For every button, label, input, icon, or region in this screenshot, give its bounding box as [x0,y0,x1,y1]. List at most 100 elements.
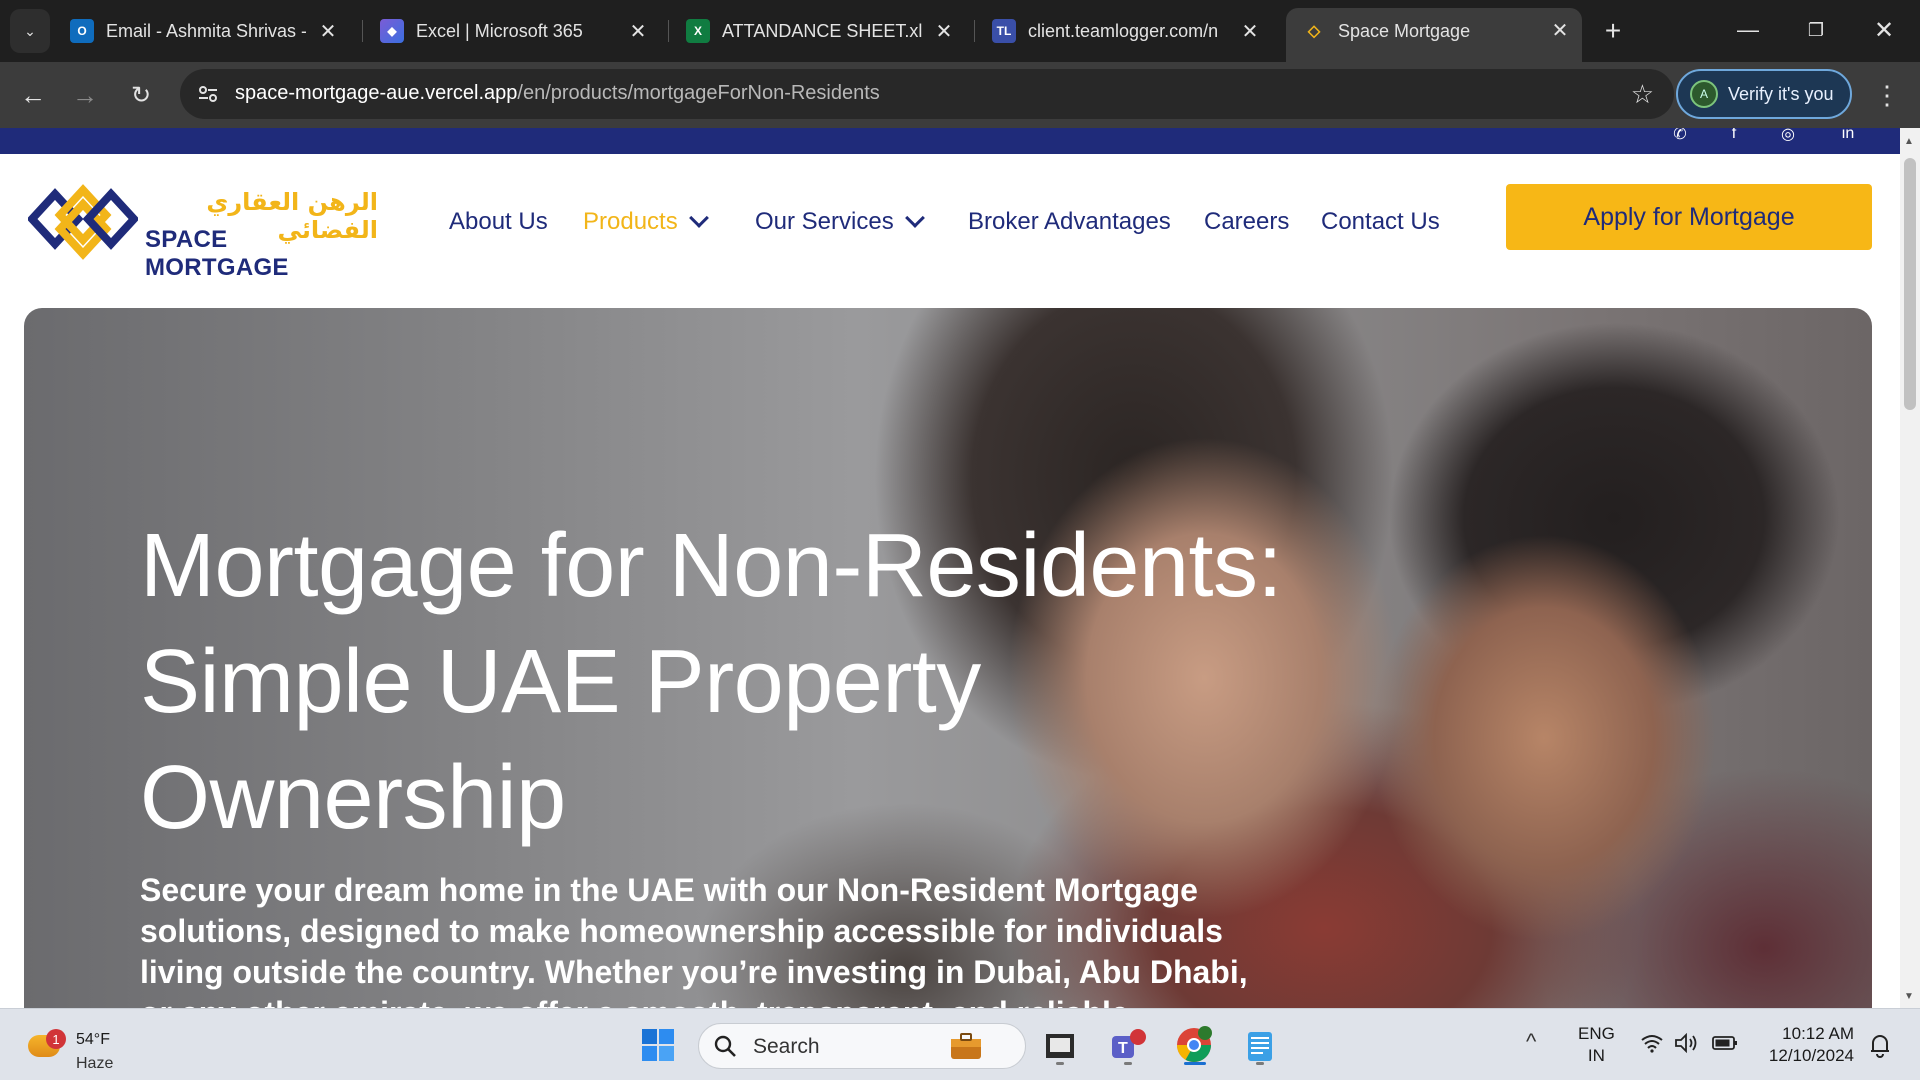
page-viewport: ✆ f ◎ in الرهن العقاري الفضائي SPACE MOR… [0,128,1900,1008]
hero-title: Mortgage for Non-Residents: Simple UAE P… [140,516,1283,848]
lang-code: ENG [1578,1024,1615,1043]
tab-space-mortgage[interactable]: ◇ Space Mortgage ✕ [1286,8,1582,62]
chevron-down-icon [904,208,925,228]
browser-tab-strip: ⌄ O Email - Ashmita Shrivas - ✕ ◆ Excel … [0,0,1920,62]
search-icon [714,1035,736,1057]
tab-excel-m365[interactable]: ◆ Excel | Microsoft 365 ✕ [380,9,660,53]
tab-title: Space Mortgage [1338,20,1471,41]
url-host: space-mortgage-aue.vercel.app [235,82,518,104]
address-bar[interactable]: space-mortgage-aue.vercel.app/en/product… [180,69,1674,119]
running-indicator [1124,1062,1132,1065]
tab-title: Email - Ashmita Shrivas - [106,20,306,41]
volume-icon[interactable] [1674,1032,1700,1059]
outlook-icon: O [70,19,94,43]
windows-start-icon[interactable] [636,1023,680,1067]
nav-our-services[interactable]: Our Services [755,208,925,236]
top-contact-strip: ✆ f ◎ in [0,128,1900,154]
nav-about-us[interactable]: About Us [449,208,548,236]
tab-separator [974,20,975,42]
verify-identity-button[interactable]: A Verify it's you [1676,69,1852,119]
clock-date: 12/10/2024 [1768,1046,1854,1065]
excel-icon: X [686,19,710,43]
running-indicator [1256,1062,1264,1065]
input-language[interactable]: ENG IN [1578,1023,1615,1067]
browser-toolbar: ← → ↻ space-mortgage-aue.vercel.app/en/p… [0,62,1920,128]
nav-label: Broker Advantages [968,208,1171,235]
nav-broker-advantages[interactable]: Broker Advantages [968,208,1171,236]
space-mortgage-logo[interactable]: الرهن العقاري الفضائي SPACE MORTGAGE [28,184,378,281]
wifi-icon[interactable] [1640,1033,1664,1059]
close-window-icon[interactable]: ✕ [1858,10,1910,50]
logo-diamond-icon [28,184,138,260]
close-tab-icon[interactable]: ✕ [626,19,650,43]
tab-teamlogger[interactable]: TL client.teamlogger.com/n ✕ [992,9,1272,53]
m365-icon: ◆ [380,19,404,43]
scroll-up-icon[interactable]: ▲ [1904,136,1914,147]
restore-icon[interactable]: ❐ [1790,10,1842,50]
close-tab-icon[interactable]: ✕ [1238,19,1262,43]
space-mortgage-favicon: ◇ [1307,23,1321,40]
notification-center-icon[interactable] [1866,1031,1894,1059]
verify-label: Verify it's you [1728,83,1834,104]
apply-for-mortgage-button[interactable]: Apply for Mortgage [1506,184,1872,250]
facebook-icon[interactable]: f [1722,128,1746,146]
tab-title: Excel | Microsoft 365 [416,20,583,41]
nav-contact-us[interactable]: Contact Us [1321,208,1440,236]
instagram-icon[interactable]: ◎ [1776,128,1800,146]
minimize-icon[interactable]: — [1722,10,1774,50]
tab-title: ATTANDANCE SHEET.xlsx [722,20,922,41]
nav-label: Products [583,208,678,235]
nav-label: Contact Us [1321,208,1440,235]
forward-arrow-icon[interactable]: → [66,76,104,114]
weather-temp: 54°F [76,1031,110,1048]
chevron-down-icon [688,208,709,228]
whatsapp-icon[interactable]: ✆ [1668,128,1692,146]
teamlogger-icon: TL [992,19,1016,43]
new-tab-icon[interactable]: + [1596,14,1630,48]
running-indicator [1184,1062,1206,1065]
logo-english-text: SPACE MORTGAGE [145,226,289,281]
lang-region: IN [1587,1046,1605,1065]
tab-attendance-sheet[interactable]: X ATTANDANCE SHEET.xlsx ✕ [686,9,966,53]
windows-taskbar: 1 54°F Haze Search T ^ ENG IN 10:12 AM 12/… [0,1008,1920,1080]
weather-widget[interactable]: 1 54°F Haze [26,1021,136,1072]
close-tab-icon[interactable]: ✕ [316,19,340,43]
notification-badge: 1 [46,1029,66,1049]
nav-label: About Us [449,208,548,235]
nav-products[interactable]: Products [583,208,709,236]
weather-condition: Haze [76,1055,114,1072]
close-tab-icon[interactable]: ✕ [1548,18,1572,42]
nav-label: Our Services [755,208,894,235]
close-tab-icon[interactable]: ✕ [932,19,956,43]
back-arrow-icon[interactable]: ← [14,76,52,114]
reload-icon[interactable]: ↻ [122,76,160,114]
briefcase-icon [951,1033,981,1059]
tab-email[interactable]: O Email - Ashmita Shrivas - ✕ [70,9,350,53]
scrollbar-thumb[interactable] [1904,158,1916,410]
tab-title: client.teamlogger.com/n [1028,20,1219,41]
site-header: الرهن العقاري الفضائي SPACE MORTGAGE Abo… [0,154,1900,284]
hero-banner: Mortgage for Non-Residents: Simple UAE P… [24,308,1872,1008]
page-scrollbar[interactable]: ▲ ▼ [1900,128,1920,1008]
hero-subtitle: Secure your dream home in the UAE with o… [140,872,1248,1008]
clock-time: 10:12 AM [1782,1024,1854,1043]
chrome-icon[interactable] [1172,1023,1216,1067]
bookmark-star-icon[interactable]: ☆ [1631,79,1654,110]
site-info-icon[interactable] [196,82,220,106]
tab-search-button[interactable]: ⌄ [10,9,50,53]
system-clock[interactable]: 10:12 AM 12/10/2024 [1758,1023,1854,1067]
teams-icon[interactable]: T [1106,1023,1150,1067]
url-path: /en/products/mortgageForNon-Residents [517,82,880,104]
linkedin-icon[interactable]: in [1836,128,1860,146]
battery-icon[interactable] [1712,1033,1738,1059]
browser-menu-icon[interactable]: ⋮ [1872,76,1902,114]
nav-careers[interactable]: Careers [1204,208,1289,236]
taskbar-search[interactable]: Search [698,1023,1026,1069]
profile-avatar: A [1690,80,1718,108]
file-explorer-icon[interactable] [1038,1023,1082,1067]
nav-label: Careers [1204,208,1290,235]
notepad-icon[interactable] [1238,1023,1282,1067]
scroll-down-icon[interactable]: ▼ [1904,991,1914,1002]
tray-overflow-chevron-icon[interactable]: ^ [1526,1029,1536,1055]
url-text: space-mortgage-aue.vercel.app/en/product… [235,82,880,105]
